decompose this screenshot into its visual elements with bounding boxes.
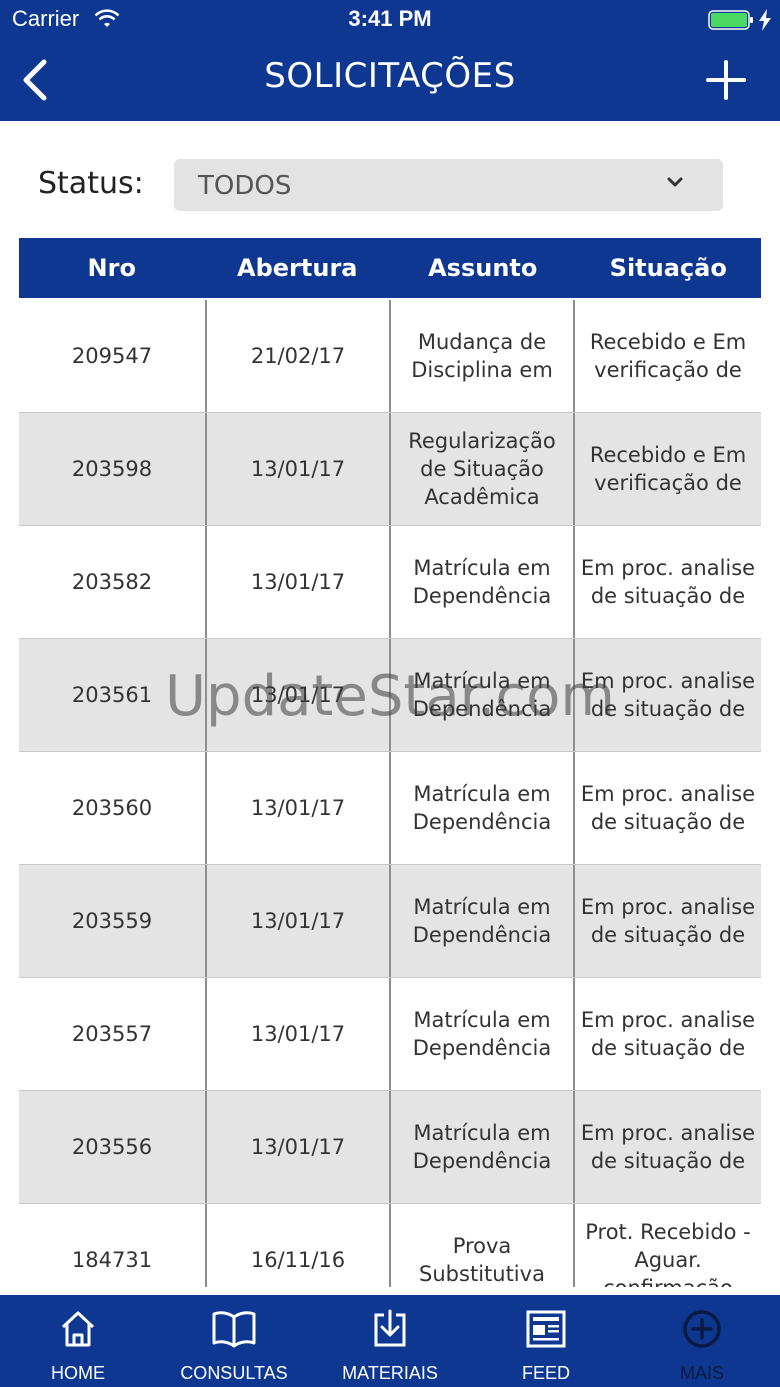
requests-table[interactable]: 209547 21/02/17 Mudança de Disciplina em…	[19, 300, 761, 1287]
table-row[interactable]: 203557 13/01/17 Matrícula em Dependência…	[19, 978, 761, 1091]
cell-assunto: Matrícula em Dependência	[391, 865, 575, 977]
cell-abertura: 13/01/17	[207, 752, 391, 864]
cell-nro: 209547	[19, 300, 207, 412]
cell-assunto: Regularização de Situação Acadêmica	[391, 413, 575, 525]
cell-abertura: 13/01/17	[207, 526, 391, 638]
cell-abertura: 13/01/17	[207, 413, 391, 525]
chevron-down-icon	[667, 177, 683, 187]
cell-abertura: 13/01/17	[207, 865, 391, 977]
battery-icon	[708, 10, 753, 30]
table-header: Nro Abertura Assunto Situação	[19, 238, 761, 298]
status-bar: Carrier 3:41 PM	[0, 0, 780, 40]
table-row[interactable]: 203559 13/01/17 Matrícula em Dependência…	[19, 865, 761, 978]
cell-situacao: Em proc. analise de situação de	[580, 782, 756, 834]
cell-abertura: 13/01/17	[207, 639, 391, 751]
tab-consultas[interactable]: CONSULTAS	[156, 1295, 312, 1387]
cell-situacao: Em proc. analise de situação de	[580, 1008, 756, 1060]
cell-assunto: Matrícula em Dependência	[391, 978, 575, 1090]
book-icon	[212, 1311, 256, 1348]
cell-assunto: Matrícula em Dependência	[391, 752, 575, 864]
table-row[interactable]: 203582 13/01/17 Matrícula em Dependência…	[19, 526, 761, 639]
cell-situacao: Em proc. analise de situação de	[580, 895, 756, 947]
column-header-assunto: Assunto	[428, 254, 538, 282]
status-filter-label: Status:	[38, 166, 144, 201]
cell-situacao: Em proc. analise de situação de	[580, 669, 756, 721]
page-title: SOLICITAÇÕES	[264, 56, 516, 96]
tab-home[interactable]: HOME	[0, 1295, 156, 1387]
news-icon	[526, 1310, 566, 1348]
table-row[interactable]: 184731 16/11/16 Prova Substitutiva Prot.…	[19, 1204, 761, 1287]
cell-nro: 203560	[19, 752, 207, 864]
cell-nro: 203582	[19, 526, 207, 638]
cell-nro: 203557	[19, 978, 207, 1090]
cell-assunto: Mudança de Disciplina em	[391, 300, 575, 412]
tab-home-label: HOME	[51, 1363, 105, 1383]
table-row[interactable]: 203561 13/01/17 Matrícula em Dependência…	[19, 639, 761, 752]
cell-abertura: 13/01/17	[207, 1091, 391, 1203]
table-row[interactable]: 203556 13/01/17 Matrícula em Dependência…	[19, 1091, 761, 1204]
column-header-situacao: Situação	[609, 254, 727, 282]
tab-materiais-label: MATERIAIS	[342, 1363, 438, 1383]
cell-abertura: 13/01/17	[207, 978, 391, 1090]
column-header-nro: Nro	[87, 254, 136, 282]
tab-feed-label: FEED	[521, 1363, 570, 1383]
column-header-abertura: Abertura	[237, 254, 358, 282]
cell-situacao: Recebido e Em verificação de	[589, 443, 747, 495]
home-icon	[61, 1311, 95, 1347]
tab-materiais[interactable]: MATERIAIS	[312, 1295, 468, 1387]
tab-bar: HOME CONSULTAS MATERIAIS FEED MAIS	[0, 1295, 780, 1387]
cell-situacao: Em proc. analise de situação de	[580, 1121, 756, 1173]
cell-abertura: 21/02/17	[207, 300, 391, 412]
cell-nro: 203556	[19, 1091, 207, 1203]
cell-nro: 203598	[19, 413, 207, 525]
add-icon[interactable]	[704, 58, 748, 102]
cell-abertura: 16/11/16	[207, 1204, 391, 1287]
cell-nro: 203559	[19, 865, 207, 977]
cell-nro: 184731	[19, 1204, 207, 1287]
charging-bolt-icon	[759, 9, 771, 31]
cell-assunto: Matrícula em Dependência	[391, 1091, 575, 1203]
download-icon	[374, 1309, 406, 1347]
cell-situacao: Em proc. analise de situação de	[580, 556, 756, 608]
cell-assunto: Matrícula em Dependência	[391, 526, 575, 638]
tab-mais-label: MAIS	[679, 1363, 724, 1383]
table-row[interactable]: 203598 13/01/17 Regularização de Situaçã…	[19, 413, 761, 526]
cell-assunto: Prova Substitutiva	[391, 1204, 575, 1287]
status-select-value: TODOS	[198, 171, 292, 201]
navigation-bar: SOLICITAÇÕES	[0, 40, 780, 121]
app-header: Carrier 3:41 PM SOLICITAÇÕES	[0, 0, 780, 121]
status-select[interactable]: TODOS	[174, 159, 723, 211]
cell-assunto: Matrícula em Dependência	[391, 639, 575, 751]
tab-feed[interactable]: FEED	[468, 1295, 624, 1387]
cell-situacao: Prot. Recebido - Aguar. confirmação	[585, 1220, 751, 1287]
table-row[interactable]: 209547 21/02/17 Mudança de Disciplina em…	[19, 300, 761, 413]
cell-nro: 203561	[19, 639, 207, 751]
tab-consultas-label: CONSULTAS	[180, 1363, 288, 1383]
tab-mais[interactable]: MAIS	[624, 1295, 780, 1387]
plus-circle-icon	[683, 1310, 721, 1348]
table-row[interactable]: 203560 13/01/17 Matrícula em Dependência…	[19, 752, 761, 865]
cell-situacao: Recebido e Em verificação de	[589, 330, 747, 382]
clock: 3:41 PM	[348, 6, 432, 31]
